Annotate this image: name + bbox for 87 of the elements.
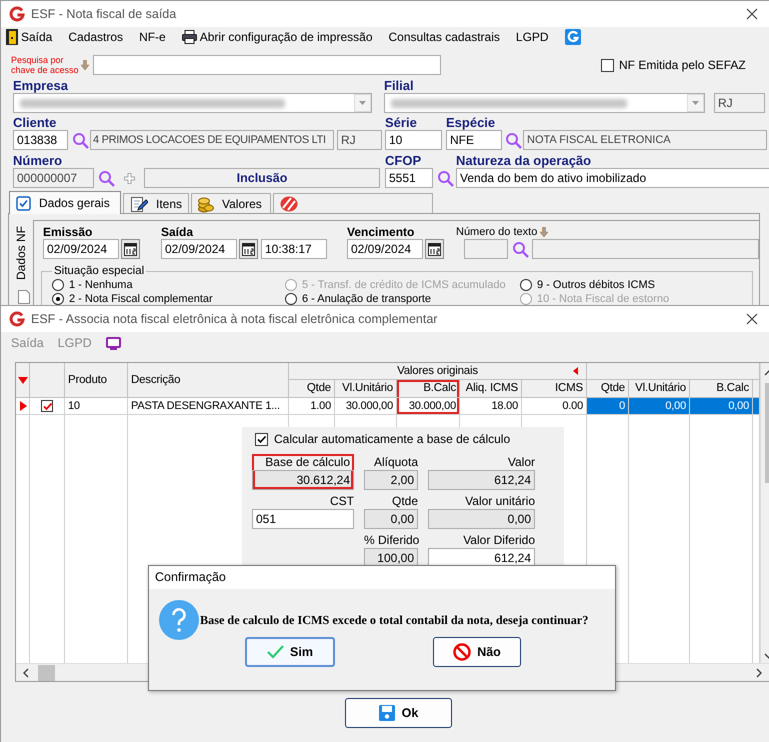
text-field[interactable]: 5551: [385, 168, 433, 188]
tab[interactable]: Dados gerais: [9, 191, 121, 214]
table-cell: 18.00: [460, 398, 522, 415]
column-header[interactable]: Qtde: [289, 380, 335, 398]
field-label: Vencimento: [347, 225, 416, 239]
text-field[interactable]: 30.612,24: [252, 470, 354, 490]
field-label: % Diferido: [364, 532, 418, 548]
field-label: Pesquisa por chave de acesso: [11, 55, 80, 75]
column-header[interactable]: Vl.Unitário: [335, 380, 397, 398]
table-cell: 0,00: [629, 398, 690, 415]
text-field[interactable]: 013838: [13, 130, 68, 150]
checkbox-label: NF Emitida pelo SEFAZ: [619, 58, 746, 72]
column-header[interactable]: B.Calc: [690, 380, 753, 398]
field-label: Filial: [384, 79, 415, 93]
menu-item[interactable]: NF-e: [139, 30, 166, 44]
text-field[interactable]: 0,00: [428, 509, 535, 529]
column-header[interactable]: ICMS: [522, 380, 587, 398]
field-label: Saída: [161, 225, 194, 239]
side-tab[interactable]: Dados NF: [14, 226, 28, 280]
column-header[interactable]: Produto: [65, 363, 128, 398]
column-header[interactable]: Descrição: [128, 363, 289, 398]
table-cell: PASTA DESENGRAXANTE 1...: [128, 398, 289, 415]
tab[interactable]: Valores: [191, 193, 271, 213]
text-field[interactable]: NOTA FISCAL ELETRONICA: [523, 130, 767, 150]
text-field[interactable]: 02/09/2024: [347, 239, 423, 259]
field-label: Valor Diferido: [462, 532, 535, 548]
field-label: Base de cálculo: [252, 454, 354, 470]
dialog-button[interactable]: Não: [433, 637, 521, 667]
field-label: CFOP: [385, 154, 422, 168]
window-title: ESF - Nota fiscal de saída: [31, 7, 176, 21]
text-field[interactable]: 0,00: [364, 509, 418, 529]
table-cell: 0.00: [522, 398, 587, 415]
table-cell: 0: [587, 398, 629, 415]
column-header[interactable]: Aliq. ICMS: [460, 380, 522, 398]
table-cell: 30.000,00: [397, 398, 460, 415]
field-label: Valor: [506, 454, 535, 470]
group-label: Situação especial: [53, 265, 146, 278]
field-label: Série: [385, 116, 418, 130]
field-label: Empresa: [13, 79, 69, 93]
window-title: ESF - Associa nota fiscal eletrônica à nota fiscal eletrônica complementar: [31, 312, 438, 326]
text-field[interactable]: 02/09/2024: [43, 239, 119, 259]
field-label: Número do texto: [456, 226, 538, 238]
menu-item[interactable]: LGPD: [516, 30, 549, 44]
radio-label[interactable]: 9 - Outros débitos ICMS: [537, 278, 655, 290]
column-header[interactable]: B.Calc: [397, 380, 460, 398]
radio-label[interactable]: 6 - Anulação de transporte: [302, 292, 432, 304]
menu-item[interactable]: Abrir configuração de impressão: [200, 30, 372, 44]
table-cell: 10: [65, 398, 128, 415]
text-field[interactable]: 4 PRIMOS LOCACOES DE EQUIPAMENTOS LTI: [90, 130, 334, 150]
radio-label[interactable]: 2 - Nota Fiscal complementar: [69, 292, 213, 304]
menu-item[interactable]: Consultas cadastrais: [388, 30, 500, 44]
status-field[interactable]: Inclusão: [144, 168, 380, 188]
field-label: Valor unitário: [464, 493, 535, 509]
table-cell: 30.000,00: [335, 398, 397, 415]
field-label: Emissão: [43, 225, 94, 239]
field-label: Número: [13, 154, 64, 168]
ok-button[interactable]: Ok: [345, 698, 452, 728]
field-label: Espécie: [446, 116, 496, 130]
field-label: Alíquota: [372, 454, 418, 470]
field-label: Qtde: [390, 493, 418, 509]
text-field[interactable]: Venda do bem do ativo imobilizado: [456, 168, 769, 188]
text-field[interactable]: 2,00: [364, 470, 418, 490]
text-field[interactable]: 051: [252, 509, 354, 529]
text-field[interactable]: 02/09/2024: [161, 239, 237, 259]
menu-item[interactable]: Cadastros: [68, 30, 124, 44]
field-label: Cliente: [13, 116, 58, 130]
tab[interactable]: Itens: [123, 193, 189, 213]
radio-label[interactable]: 1 - Nenhuma: [69, 278, 133, 290]
text-field[interactable]: 10:38:17: [261, 239, 327, 259]
column-header[interactable]: Vl.Unitário: [629, 380, 690, 398]
text-field[interactable]: NFE: [446, 130, 502, 150]
checkbox-label[interactable]: Calcular automaticamente a base de cálculo: [274, 432, 510, 446]
menu-item[interactable]: Saída: [21, 30, 52, 44]
text-field[interactable]: RJ: [337, 130, 382, 150]
table-cell: 1.00: [289, 398, 335, 415]
text-field[interactable]: 612,24: [428, 470, 535, 490]
dialog-button[interactable]: Sim: [245, 637, 335, 667]
text-field[interactable]: 000000007: [13, 168, 94, 188]
text-field[interactable]: 10: [385, 130, 442, 150]
dialog-message: Base de calculo de ICMS excede o total contabil da nota, deseja continuar?: [200, 612, 588, 628]
dialog-title: Confirmação: [149, 566, 615, 589]
column-header[interactable]: Qtde: [587, 380, 629, 398]
text-field[interactable]: RJ: [714, 93, 765, 113]
column-group-header[interactable]: Valores originais: [289, 363, 587, 380]
field-label: Natureza da operação: [456, 154, 592, 168]
field-label: CST: [329, 493, 354, 509]
table-cell: 0,00: [690, 398, 753, 415]
